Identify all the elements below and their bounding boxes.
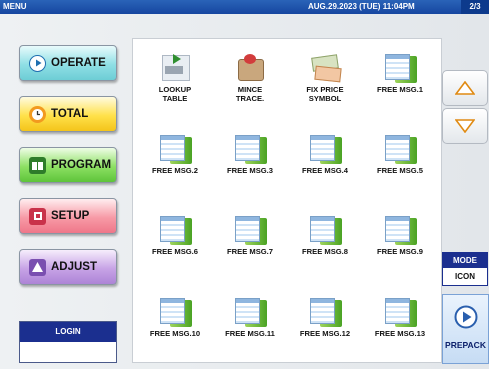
item-label: TRACE. bbox=[235, 94, 265, 103]
program-button[interactable]: PROGRAM bbox=[19, 147, 117, 183]
item-label: FREE MSG.5 bbox=[377, 166, 423, 175]
operate-label: OPERATE bbox=[51, 57, 106, 69]
item-label: FREE MSG.6 bbox=[152, 247, 198, 256]
item-label: FREE MSG.9 bbox=[377, 247, 423, 256]
free-msg-icon bbox=[233, 134, 267, 164]
free-msg-2-item[interactable]: FREE MSG.2 bbox=[137, 134, 213, 175]
free-msg-icon bbox=[308, 134, 342, 164]
play-icon bbox=[454, 305, 477, 329]
title-bar: MENU AUG.29.2023 (TUE) 11:04PM 2/3 bbox=[0, 0, 489, 14]
free-msg-icon bbox=[308, 297, 342, 327]
free-msg-6-item[interactable]: FREE MSG.6 bbox=[137, 215, 213, 256]
triangle-down-icon bbox=[455, 119, 475, 133]
book-icon bbox=[29, 156, 46, 174]
setup-label: SETUP bbox=[51, 210, 90, 222]
prepack-button[interactable]: PREPACK bbox=[442, 294, 489, 364]
login-label: LOGIN bbox=[20, 322, 116, 342]
free-msg-4-item[interactable]: FREE MSG.4 bbox=[287, 134, 363, 175]
item-label: FREE MSG.2 bbox=[152, 166, 198, 175]
mince-trace-item[interactable]: MINCE TRACE. bbox=[212, 53, 288, 103]
free-msg-icon bbox=[383, 215, 417, 245]
free-msg-8-item[interactable]: FREE MSG.8 bbox=[287, 215, 363, 256]
menu-title: MENU bbox=[3, 2, 27, 11]
free-msg-12-item[interactable]: FREE MSG.12 bbox=[287, 297, 363, 338]
triangle-up-icon bbox=[455, 81, 475, 95]
free-msg-13-item[interactable]: FREE MSG.13 bbox=[362, 297, 438, 338]
free-msg-icon bbox=[383, 134, 417, 164]
item-label: FREE MSG.8 bbox=[302, 247, 348, 256]
setup-button[interactable]: SETUP bbox=[19, 198, 117, 234]
item-label: FREE MSG.12 bbox=[299, 329, 351, 338]
free-msg-1-item[interactable]: FREE MSG.1 bbox=[362, 53, 438, 94]
item-label: MINCE bbox=[237, 85, 263, 94]
scroll-up-button[interactable] bbox=[442, 70, 488, 106]
free-msg-11-item[interactable]: FREE MSG.11 bbox=[212, 297, 288, 338]
setup-icon bbox=[29, 207, 46, 225]
free-msg-3-item[interactable]: FREE MSG.3 bbox=[212, 134, 288, 175]
free-msg-10-item[interactable]: FREE MSG.10 bbox=[137, 297, 213, 338]
mince-trace-icon bbox=[233, 53, 267, 83]
item-label: TABLE bbox=[162, 94, 188, 103]
adjust-button[interactable]: ADJUST bbox=[19, 249, 117, 285]
mode-toggle[interactable]: MODE ICON bbox=[442, 252, 488, 286]
free-msg-icon bbox=[383, 53, 417, 83]
free-msg-icon bbox=[233, 215, 267, 245]
free-msg-icon bbox=[158, 297, 192, 327]
item-label: FREE MSG.11 bbox=[225, 329, 275, 338]
adjust-label: ADJUST bbox=[51, 261, 98, 273]
lookup-table-icon bbox=[158, 53, 192, 83]
free-msg-icon bbox=[383, 297, 417, 327]
fix-price-symbol-item[interactable]: FIX PRICE SYMBOL bbox=[287, 53, 363, 103]
prepack-label: PREPACK bbox=[445, 340, 486, 350]
item-label: FREE MSG.3 bbox=[227, 166, 273, 175]
free-msg-icon bbox=[158, 215, 192, 245]
page-indicator: 2/3 bbox=[461, 0, 489, 14]
free-msg-icon bbox=[233, 297, 267, 327]
lookup-table-item[interactable]: LOOKUP TABLE bbox=[137, 53, 213, 103]
item-label: LOOKUP bbox=[158, 85, 192, 94]
free-msg-icon bbox=[158, 134, 192, 164]
item-label: FREE MSG.4 bbox=[302, 166, 348, 175]
login-box[interactable]: LOGIN bbox=[19, 321, 117, 363]
date-time: AUG.29.2023 (TUE) 11:04PM bbox=[308, 2, 415, 11]
item-label: FREE MSG.1 bbox=[377, 85, 423, 94]
clock-icon bbox=[29, 105, 46, 123]
free-msg-7-item[interactable]: FREE MSG.7 bbox=[212, 215, 288, 256]
free-msg-5-item[interactable]: FREE MSG.5 bbox=[362, 134, 438, 175]
total-button[interactable]: TOTAL bbox=[19, 96, 117, 132]
item-label: FREE MSG.7 bbox=[227, 247, 273, 256]
icon-grid-panel: LOOKUP TABLE MINCE TRACE. FIX PRICE SYMB… bbox=[132, 38, 442, 363]
mode-value: ICON bbox=[455, 272, 475, 281]
scale-icon bbox=[29, 258, 46, 276]
operate-button[interactable]: OPERATE bbox=[19, 45, 117, 81]
item-label: FREE MSG.13 bbox=[374, 329, 426, 338]
program-label: PROGRAM bbox=[51, 159, 112, 171]
operate-icon bbox=[29, 54, 46, 72]
item-label: FREE MSG.10 bbox=[149, 329, 201, 338]
free-msg-9-item[interactable]: FREE MSG.9 bbox=[362, 215, 438, 256]
scroll-down-button[interactable] bbox=[442, 108, 488, 144]
mode-title: MODE bbox=[443, 253, 487, 268]
total-label: TOTAL bbox=[51, 108, 89, 120]
item-label: FIX PRICE bbox=[306, 85, 344, 94]
fix-price-symbol-icon bbox=[308, 53, 342, 83]
free-msg-icon bbox=[308, 215, 342, 245]
item-label: SYMBOL bbox=[308, 94, 342, 103]
